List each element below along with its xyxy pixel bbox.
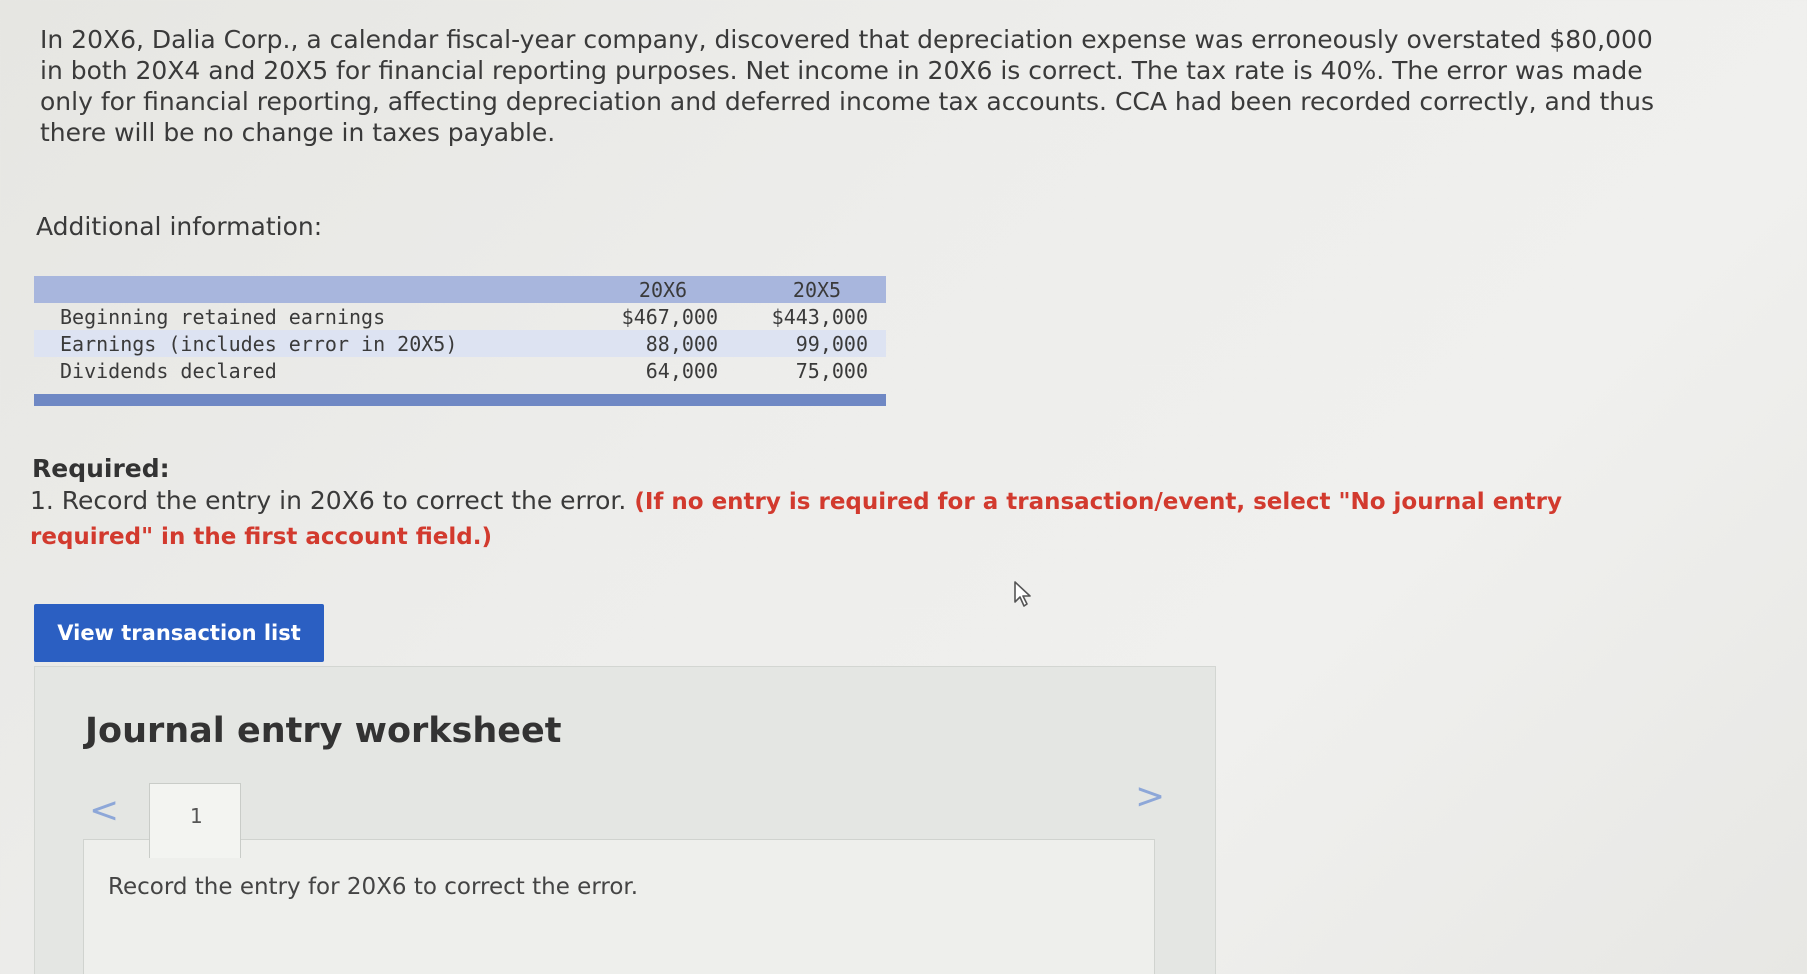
- worksheet-tab-1[interactable]: 1: [149, 783, 241, 858]
- worksheet-title: Journal entry worksheet: [85, 711, 562, 751]
- retained-earnings-table: 20X6 20X5 Beginning retained earnings $4…: [34, 276, 886, 384]
- table-header-20x6: 20X6: [578, 276, 748, 303]
- row-value-20x6: $467,000: [621, 304, 718, 329]
- table-header-blank: [34, 276, 578, 303]
- worksheet-panel-text: Record the entry for 20X6 to correct the…: [108, 874, 639, 900]
- table-row: Earnings (includes error in 20X5) 88,000…: [34, 330, 886, 357]
- table-header-20x5: 20X5: [748, 276, 886, 303]
- row-label: Beginning retained earnings: [60, 304, 386, 329]
- journal-entry-worksheet: Journal entry worksheet < > 1 Record the…: [34, 666, 1216, 974]
- required-item: 1. Record the entry in 20X6 to correct t…: [30, 484, 1690, 554]
- additional-info-label: Additional information:: [36, 212, 323, 241]
- table-footer-bar: [34, 394, 886, 406]
- row-label: Dividends declared: [60, 358, 277, 383]
- view-transaction-list-button[interactable]: View transaction list: [34, 604, 324, 662]
- row-label: Earnings (includes error in 20X5): [34, 330, 578, 357]
- required-item-text: 1. Record the entry in 20X6 to correct t…: [30, 486, 627, 515]
- mouse-pointer-icon: [1014, 581, 1031, 607]
- required-label: Required:: [32, 454, 170, 483]
- table-header-row: 20X6 20X5: [34, 276, 886, 303]
- chevron-left-icon[interactable]: <: [89, 791, 119, 831]
- row-value-20x5: 99,000: [748, 330, 886, 357]
- row-value-20x5: 75,000: [795, 358, 868, 383]
- row-value-20x6: 64,000: [645, 358, 718, 383]
- table-row: Dividends declared 64,000 75,000: [34, 357, 886, 384]
- tab-number: 1: [190, 804, 203, 828]
- row-value-20x6: 88,000: [578, 330, 748, 357]
- worksheet-panel: Record the entry for 20X6 to correct the…: [83, 839, 1155, 974]
- problem-statement: In 20X6, Dalia Corp., a calendar fiscal-…: [40, 25, 1655, 147]
- chevron-right-icon[interactable]: >: [1135, 777, 1165, 817]
- row-value-20x5: $443,000: [771, 304, 868, 329]
- table-row: Beginning retained earnings $467,000 $44…: [34, 303, 886, 330]
